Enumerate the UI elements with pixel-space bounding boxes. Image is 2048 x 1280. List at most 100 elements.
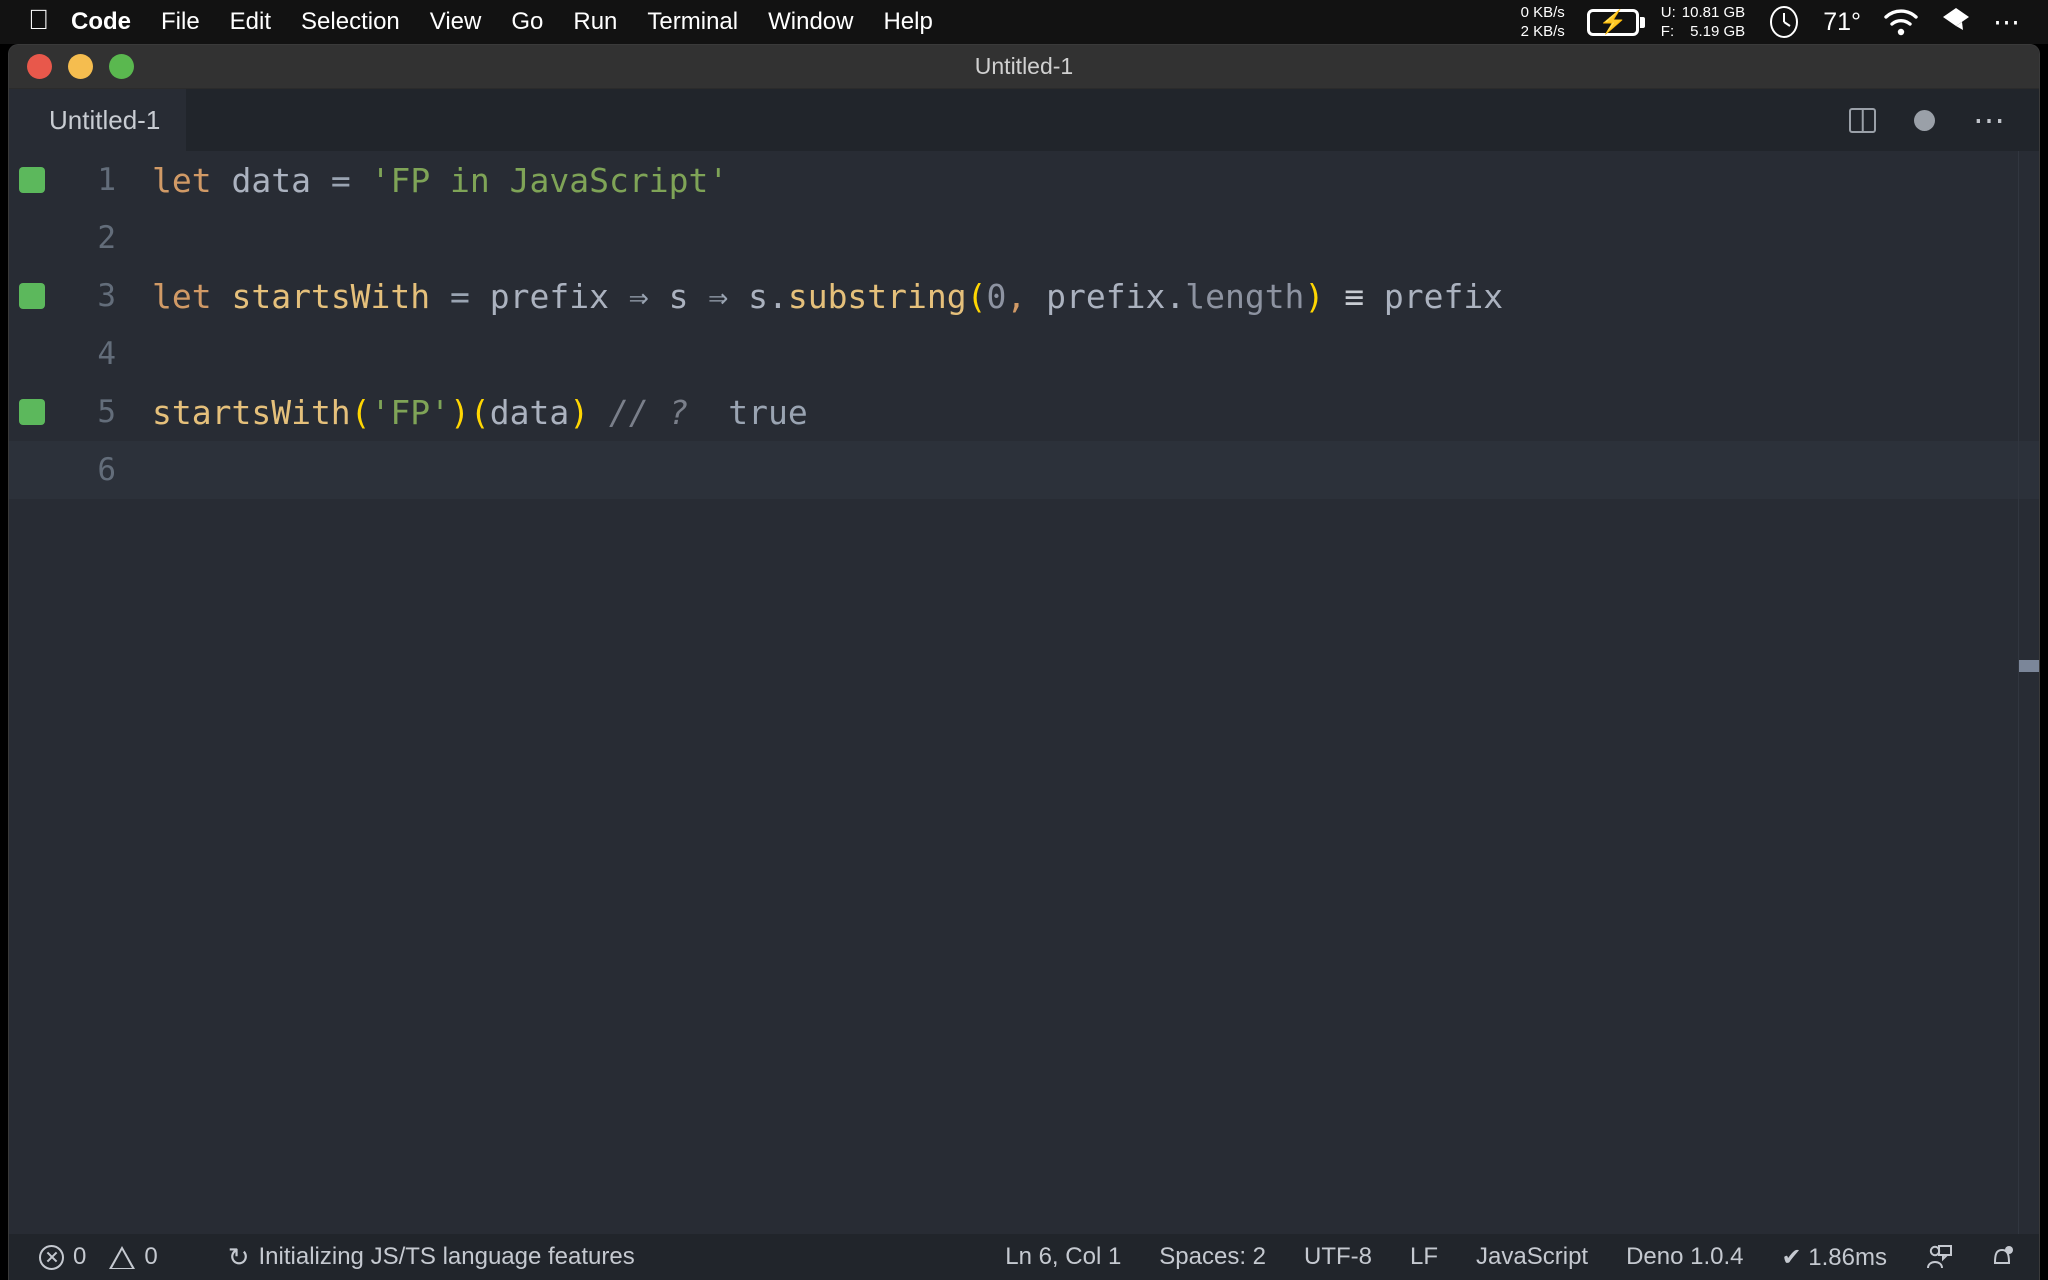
- code-editor[interactable]: 1 let data = 'FP in JavaScript' 2 3 let …: [9, 151, 2039, 1234]
- token-variable: data: [211, 160, 331, 200]
- error-count: 0: [73, 1243, 87, 1270]
- cursor-position[interactable]: Ln 6, Col 1: [986, 1243, 1140, 1271]
- editor-line[interactable]: 2: [9, 209, 2039, 267]
- menu-item-selection[interactable]: Selection: [301, 8, 400, 36]
- status-bar-right: Ln 6, Col 1 Spaces: 2 UTF-8 LF JavaScrip…: [986, 1243, 2039, 1272]
- editor-line[interactable]: 5 startsWith('FP')(data) // ? true: [9, 383, 2039, 441]
- editor-line[interactable]: 3 let startsWith = prefix ⇒ s ⇒ s.substr…: [9, 267, 2039, 325]
- quokka-timing[interactable]: ✔ 1.86ms: [1763, 1243, 1906, 1272]
- tab-label: Untitled-1: [49, 104, 161, 135]
- dropbox-icon[interactable]: [1941, 6, 1971, 38]
- tweet-feedback-icon[interactable]: [1906, 1244, 1971, 1271]
- menu-item-code[interactable]: Code: [71, 8, 131, 36]
- menu-item-terminal[interactable]: Terminal: [647, 8, 738, 36]
- line-number: 4: [97, 336, 116, 372]
- tab-untitled-1[interactable]: Untitled-1: [9, 89, 188, 151]
- error-circle-icon: [39, 1244, 64, 1270]
- network-speed-indicator[interactable]: 0 KB/s 2 KB/s: [1521, 3, 1565, 41]
- editor-line-current[interactable]: 6: [9, 441, 2039, 499]
- token-function: startsWith: [152, 392, 351, 432]
- editor-line[interactable]: 1 let data = 'FP in JavaScript': [9, 151, 2039, 209]
- language-mode[interactable]: JavaScript: [1457, 1243, 1607, 1271]
- scrollbar-thumb[interactable]: [2019, 660, 2039, 672]
- token-variable: s.: [728, 276, 788, 316]
- maximize-button[interactable]: [109, 54, 134, 79]
- status-bar-left: 0 0 ↻ Initializing JS/TS language featur…: [9, 1242, 654, 1273]
- memory-free-label: F:: [1660, 23, 1675, 40]
- battery-bolt-glyph: ⚡: [1598, 8, 1628, 35]
- menu-item-go[interactable]: Go: [511, 8, 543, 36]
- line-code[interactable]: let startsWith = prefix ⇒ s ⇒ s.substrin…: [134, 277, 1503, 316]
- token-keyword: let: [152, 160, 212, 200]
- menu-item-view[interactable]: View: [430, 8, 482, 36]
- token-method: substring: [787, 276, 967, 316]
- ellipsis-icon[interactable]: ⋯: [1993, 8, 2022, 35]
- editor-line[interactable]: 4: [9, 325, 2039, 383]
- analog-clock-icon[interactable]: [1767, 5, 1801, 39]
- warning-count: 0: [144, 1243, 158, 1270]
- menu-item-run[interactable]: Run: [573, 8, 617, 36]
- line-code[interactable]: let data = 'FP in JavaScript': [134, 161, 728, 200]
- menu-item-file[interactable]: File: [161, 8, 200, 36]
- network-download-speed: 2 KB/s: [1520, 23, 1565, 40]
- more-actions-icon[interactable]: ⋯: [1973, 104, 2007, 136]
- notifications-bell-icon[interactable]: [1971, 1244, 2017, 1271]
- memory-used-label: U:: [1660, 3, 1676, 21]
- memory-values: 10.81 GB 5.19 GB: [1682, 3, 1745, 41]
- background-task-indicator[interactable]: ↻ Initializing JS/TS language features: [209, 1242, 654, 1273]
- memory-used-value: 10.81 GB: [1681, 3, 1746, 21]
- indentation[interactable]: Spaces: 2: [1140, 1243, 1285, 1271]
- token-variable: prefix.: [1026, 276, 1186, 316]
- editor-tab-bar: Untitled-1 ⋯: [9, 89, 2039, 151]
- wifi-icon[interactable]: [1883, 8, 1919, 36]
- temperature-indicator[interactable]: 71°: [1823, 8, 1861, 37]
- menu-item-window[interactable]: Window: [768, 8, 853, 36]
- memory-free-value: 5.19 GB: [1690, 23, 1746, 40]
- deno-version[interactable]: Deno 1.0.4: [1607, 1243, 1762, 1271]
- battery-charging-icon[interactable]: ⚡: [1586, 8, 1645, 36]
- change-marker-icon: [19, 283, 45, 309]
- eol-sequence[interactable]: LF: [1391, 1243, 1457, 1271]
- change-marker-icon: [19, 167, 45, 193]
- encoding[interactable]: UTF-8: [1285, 1243, 1391, 1271]
- menu-item-edit[interactable]: Edit: [230, 8, 271, 36]
- menubar-status-items: 0 KB/s 2 KB/s ⚡ U: F: 10.81 GB 5.19 GB 7…: [1521, 3, 2048, 41]
- editor-action-buttons: ⋯: [1849, 104, 2013, 136]
- token-arrow: ⇒: [628, 276, 649, 316]
- macos-menu-bar:  Code File Edit Selection View Go Run T…: [0, 0, 2048, 44]
- token-paren: )(: [450, 392, 490, 432]
- memory-indicator[interactable]: U: F: 10.81 GB 5.19 GB: [1661, 3, 1745, 41]
- token-variable: prefix: [469, 276, 629, 316]
- warning-triangle-icon: [109, 1245, 136, 1269]
- unsaved-dot-icon[interactable]: [1914, 109, 1935, 131]
- token-variable: data: [489, 392, 570, 432]
- problems-indicator[interactable]: 0 0: [39, 1243, 177, 1271]
- line-code[interactable]: startsWith('FP')(data) // ? true: [134, 393, 808, 432]
- token-variable: prefix: [1364, 276, 1504, 316]
- token-variable: s: [648, 276, 709, 316]
- status-bar: 0 0 ↻ Initializing JS/TS language featur…: [9, 1234, 2039, 1280]
- token-string: 'FP in JavaScript': [370, 160, 729, 200]
- token-number: 0: [986, 276, 1007, 316]
- token-strict-equality-ligature: ≡: [1344, 276, 1365, 316]
- token-arrow: ⇒: [708, 276, 729, 316]
- token-comma: ,: [1006, 276, 1027, 316]
- split-editor-right-icon[interactable]: [1849, 107, 1876, 133]
- window-titlebar: Untitled-1: [9, 45, 2039, 89]
- token-function: startsWith: [211, 276, 451, 316]
- network-upload-speed: 0 KB/s: [1520, 3, 1565, 21]
- editor-scrollbar[interactable]: [2019, 151, 2039, 1234]
- battery-tip: [1639, 16, 1645, 28]
- vscode-window: Untitled-1 Untitled-1 ⋯ 1 let data = 'FP…: [8, 44, 2040, 1280]
- token-keyword: let: [152, 276, 212, 316]
- token-paren: (: [350, 392, 371, 432]
- apple-icon[interactable]: : [28, 6, 49, 34]
- memory-labels: U: F:: [1661, 3, 1676, 41]
- menu-item-help[interactable]: Help: [883, 8, 932, 36]
- token-comment: // ?: [609, 392, 689, 432]
- close-button[interactable]: [27, 54, 52, 79]
- minimize-button[interactable]: [68, 54, 93, 79]
- token-operator: =: [330, 160, 351, 200]
